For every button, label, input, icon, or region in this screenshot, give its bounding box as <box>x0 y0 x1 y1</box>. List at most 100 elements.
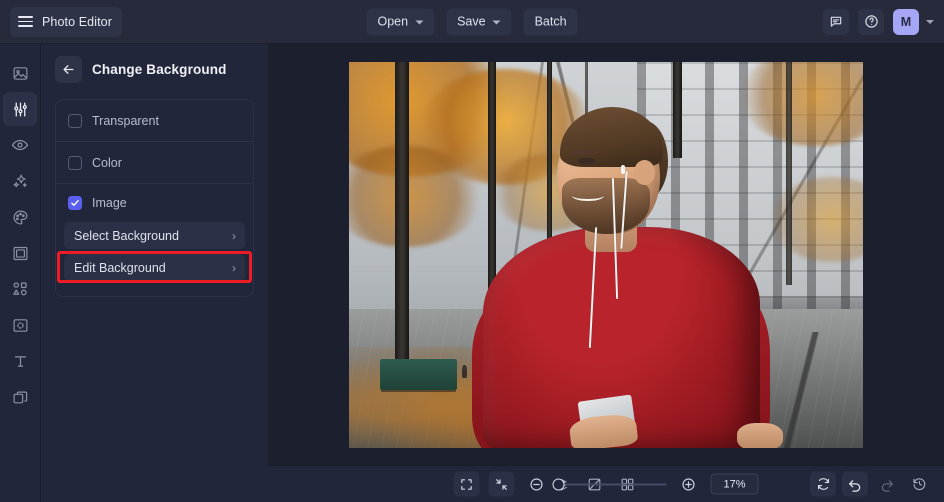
eye-icon <box>11 139 29 151</box>
frame-icon <box>13 246 27 260</box>
option-image-group: Image Select Background › Edit Backgroun… <box>56 184 253 296</box>
image-checkbox[interactable] <box>68 196 82 210</box>
background-options-card: Transparent Color Image Select Backgroun… <box>55 99 254 297</box>
focus-icon <box>13 318 27 332</box>
option-color[interactable]: Color <box>56 142 253 184</box>
option-color-label: Color <box>92 155 122 170</box>
comment-icon <box>830 16 842 27</box>
canvas-area[interactable] <box>268 44 944 465</box>
edit-background-label: Edit Background <box>74 260 166 275</box>
sidebar-item-frame[interactable] <box>3 236 37 270</box>
history-controls <box>810 471 932 497</box>
account-actions: M <box>823 8 934 35</box>
batch-button[interactable]: Batch <box>523 8 578 35</box>
palette-icon <box>13 210 27 224</box>
editor-body: Change Background Transparent Color Imag… <box>0 44 944 502</box>
adjust-icon <box>13 101 27 117</box>
panel-header: Change Background <box>55 56 254 83</box>
check-icon <box>71 200 79 206</box>
sidebar-item-retouch[interactable] <box>3 128 37 162</box>
back-button[interactable] <box>55 56 82 83</box>
photo-editor-app: Photo Editor Open Save Batch M Change Ba… <box>0 0 944 502</box>
save-button[interactable]: Save <box>446 8 512 35</box>
subject-eye <box>577 158 596 164</box>
undo-icon <box>849 479 861 492</box>
subject-hair <box>559 106 663 167</box>
avatar[interactable]: M <box>893 8 919 35</box>
arrow-left-icon <box>63 65 74 74</box>
zoom-controls: 17% <box>453 471 759 497</box>
top-toolbar: Photo Editor Open Save Batch M <box>0 0 944 44</box>
redo-button[interactable] <box>874 472 900 497</box>
zoom-out-button[interactable] <box>524 472 550 497</box>
option-transparent[interactable]: Transparent <box>56 100 253 142</box>
page-title: Change Background <box>92 62 227 77</box>
feedback-button[interactable] <box>823 8 849 35</box>
history-icon <box>912 478 925 491</box>
edited-photo[interactable] <box>349 61 863 448</box>
reset-button[interactable] <box>810 471 836 497</box>
image-icon <box>13 66 27 80</box>
select-background-label: Select Background <box>74 228 179 243</box>
subject-ear <box>634 159 655 185</box>
open-button[interactable]: Open <box>366 8 435 35</box>
sidebar-item-image[interactable] <box>3 56 37 90</box>
change-background-panel: Change Background Transparent Color Imag… <box>40 44 268 502</box>
app-menu-button[interactable]: Photo Editor <box>10 6 122 37</box>
chevron-down-icon[interactable] <box>926 19 934 24</box>
color-checkbox[interactable] <box>68 155 82 170</box>
chevron-right-icon: › <box>232 260 236 275</box>
help-button[interactable] <box>858 8 884 35</box>
chevron-right-icon: › <box>232 228 236 243</box>
zoom-slider-handle[interactable] <box>552 478 565 490</box>
subject-right-hand <box>737 422 784 448</box>
sidebar-item-shapes[interactable] <box>3 272 37 306</box>
plus-circle-icon <box>682 477 695 491</box>
layers-icon <box>13 391 27 403</box>
bottom-toolbar: 17% <box>268 465 944 502</box>
open-label: Open <box>377 14 409 29</box>
tool-rail <box>0 44 40 502</box>
sidebar-item-color[interactable] <box>3 200 37 234</box>
hamburger-icon <box>18 16 33 27</box>
canvas-column: 17% <box>268 44 944 502</box>
shapes-icon <box>13 282 27 296</box>
file-actions: Open Save Batch <box>366 8 578 35</box>
fit-screen-button[interactable] <box>453 471 480 497</box>
option-image-label: Image <box>92 196 127 210</box>
fit-screen-icon <box>461 478 472 490</box>
minus-circle-icon <box>530 477 543 491</box>
chevron-down-icon <box>415 20 424 24</box>
chevron-down-icon <box>492 20 501 24</box>
transparent-checkbox[interactable] <box>68 113 82 128</box>
zoom-slider[interactable] <box>552 478 667 490</box>
select-background-button[interactable]: Select Background › <box>64 222 245 249</box>
sidebar-item-crop[interactable] <box>3 308 37 342</box>
history-button[interactable] <box>906 472 932 497</box>
text-icon <box>14 355 26 367</box>
sidebar-item-effects[interactable] <box>3 164 37 198</box>
sidebar-item-adjust[interactable] <box>3 92 37 126</box>
zoom-in-button[interactable] <box>676 472 702 497</box>
option-image[interactable]: Image <box>56 184 253 222</box>
zoom-level-input[interactable]: 17% <box>710 473 759 495</box>
select-background-wrap: Select Background › <box>56 222 253 249</box>
redo-icon <box>881 479 893 492</box>
batch-label: Batch <box>534 14 567 29</box>
sidebar-item-layers[interactable] <box>3 380 37 414</box>
collapse-icon <box>496 478 507 490</box>
reset-icon <box>817 478 829 490</box>
question-circle-icon <box>864 15 878 28</box>
actual-size-button[interactable] <box>488 471 515 497</box>
subject-smile <box>571 190 605 201</box>
edit-background-wrap: Edit Background › <box>56 251 253 283</box>
undo-button[interactable] <box>842 471 868 497</box>
subject-eyebrow <box>573 149 599 155</box>
photo-subject <box>349 92 863 448</box>
option-transparent-label: Transparent <box>92 113 159 128</box>
save-label: Save <box>457 14 486 29</box>
zoom-slider-track[interactable] <box>552 478 667 490</box>
sparkles-icon <box>13 174 27 187</box>
sidebar-item-text[interactable] <box>3 344 37 378</box>
edit-background-button[interactable]: Edit Background › <box>64 254 245 281</box>
